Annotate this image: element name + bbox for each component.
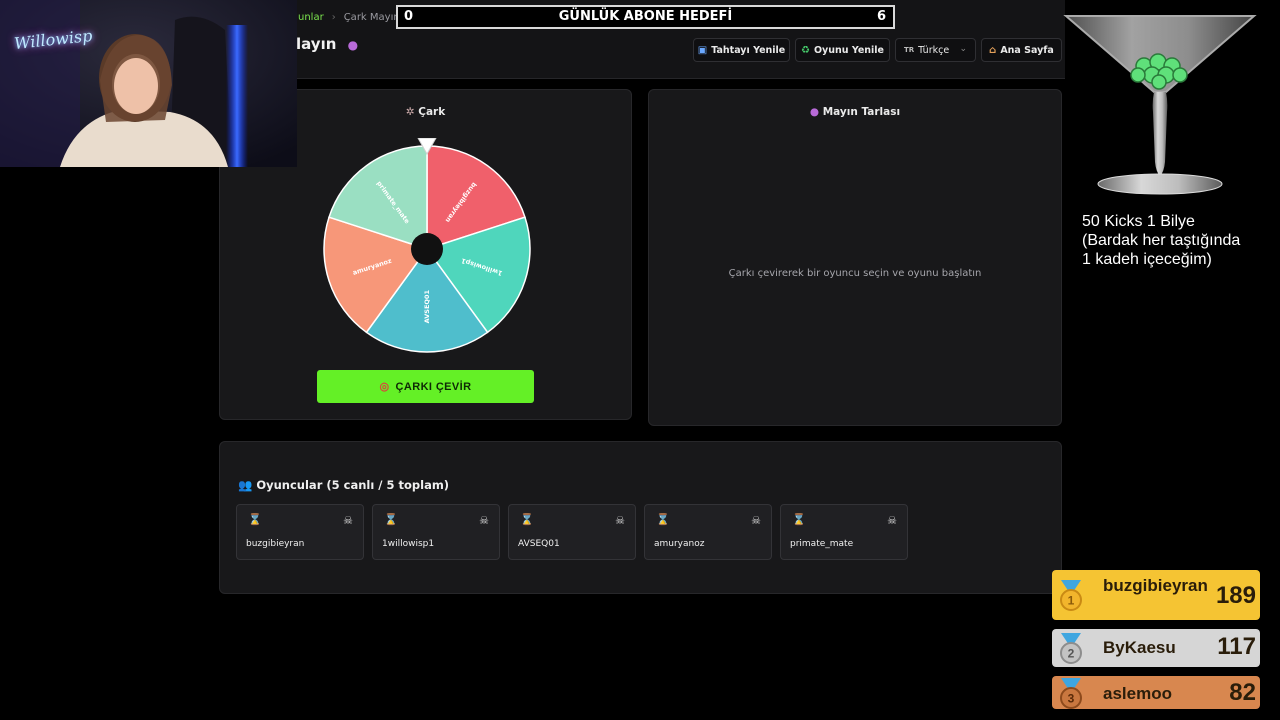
leaderboard-score: 117 xyxy=(1217,633,1256,660)
spin-wheel-label: ÇARKI ÇEVİR xyxy=(395,380,472,393)
marble-goal-note: 50 Kicks 1 Bilye (Bardak her taştığında … xyxy=(1082,212,1240,269)
martini-glass-icon xyxy=(1063,15,1257,195)
home-icon: ⌂ xyxy=(989,44,997,56)
refresh-board-icon: ▣ xyxy=(697,44,708,56)
skull-crossbones-icon[interactable]: ☠ xyxy=(479,514,489,527)
target-icon: ◎ xyxy=(379,381,390,393)
refresh-board-button[interactable]: ▣ Tahtayı Yenile xyxy=(693,38,790,62)
hourglass-icon: ⌛ xyxy=(656,513,670,526)
player-card[interactable]: ⌛ ☠ primate_mate xyxy=(780,504,908,560)
wheel-title-text: Çark xyxy=(418,106,446,118)
player-name: amuryanoz xyxy=(654,539,705,549)
goal-label: GÜNLÜK ABONE HEDEFİ xyxy=(558,9,733,24)
subscriber-goal-bar: 0 GÜNLÜK ABONE HEDEFİ 6 xyxy=(396,5,895,29)
breadcrumb-current: Çark Mayın xyxy=(343,12,400,23)
player-name: buzgibieyran xyxy=(246,539,305,549)
player-name: 1willowisp1 xyxy=(382,539,435,549)
gold-medal-icon: 1 xyxy=(1060,580,1082,611)
player-card[interactable]: ⌛ ☠ AVSEQ01 xyxy=(508,504,636,560)
stream-scene: unlar › Çark Mayın layın ● ▣ Tahtayı Yenil… xyxy=(0,0,1280,720)
hourglass-icon: ⌛ xyxy=(248,513,262,526)
home-label: Ana Sayfa xyxy=(1000,44,1054,56)
spin-wheel-button[interactable]: ◎ ÇARKI ÇEVİR xyxy=(317,370,534,403)
skull-crossbones-icon[interactable]: ☠ xyxy=(343,514,353,527)
leaderboard-name: aslemoo xyxy=(1103,684,1172,703)
minefield-empty-message: Çarkı çevirerek bir oyuncu seçin ve oyun… xyxy=(728,268,982,279)
chevron-down-icon: ⌄ xyxy=(959,44,967,54)
players-title: 👥 Oyuncular (5 canlı / 5 toplam) xyxy=(238,478,449,492)
chevron-right-icon: › xyxy=(331,12,336,23)
webcam-image xyxy=(0,0,297,167)
player-card[interactable]: ⌛ ☠ 1willowisp1 xyxy=(372,504,500,560)
minefield-title-text: Mayın Tarlası xyxy=(822,106,901,118)
bomb-icon: ● xyxy=(809,106,820,118)
leaderboard-score: 189 xyxy=(1215,582,1256,609)
hourglass-icon: ⌛ xyxy=(792,513,806,526)
breadcrumb: unlar › Çark Mayın xyxy=(298,12,400,23)
refresh-board-label: Tahtayı Yenile xyxy=(711,44,786,56)
spin-wheel[interactable]: buzgibieyran1willowisp1AVSEQ01amuryanozp… xyxy=(320,138,534,356)
bronze-medal-icon: 3 xyxy=(1060,678,1082,709)
leaderboard-name: ByKaesu xyxy=(1103,638,1176,657)
language-value: Türkçe xyxy=(918,44,950,56)
silver-medal-icon: 2 xyxy=(1060,633,1082,664)
goal-end-value: 6 xyxy=(876,9,886,24)
medal-rank: 3 xyxy=(1068,692,1075,706)
wheel-segment-label: AVSEQ01 xyxy=(423,290,431,324)
minefield-card-title: ● Mayın Tarlası xyxy=(649,106,1061,118)
marble-note-line: 1 kadeh içeceğim) xyxy=(1082,251,1212,268)
players-card: 👥 Oyuncular (5 canlı / 5 toplam) ⌛ ☠ buz… xyxy=(219,441,1062,594)
player-name: primate_mate xyxy=(790,539,854,549)
skull-crossbones-icon[interactable]: ☠ xyxy=(615,514,625,527)
marble-note-line: (Bardak her taştığında xyxy=(1082,232,1241,249)
recycle-icon: ♻ xyxy=(800,44,810,56)
players-title-text: Oyuncular (5 canlı / 5 toplam) xyxy=(256,478,450,492)
player-card[interactable]: ⌛ ☠ buzgibieyran xyxy=(236,504,364,560)
language-flag: TR xyxy=(904,46,915,54)
leaderboard-row: 2 ByKaesu 117 xyxy=(1052,629,1260,667)
leaderboard-score: 82 xyxy=(1229,679,1256,706)
skull-crossbones-icon[interactable]: ☠ xyxy=(887,514,897,527)
skull-crossbones-icon[interactable]: ☠ xyxy=(751,514,761,527)
webcam-feed: Willowisp xyxy=(0,0,297,167)
medal-rank: 2 xyxy=(1068,647,1075,661)
hourglass-icon: ⌛ xyxy=(384,513,398,526)
restart-game-button[interactable]: ♻ Oyunu Yenile xyxy=(795,38,890,62)
player-name: AVSEQ01 xyxy=(518,539,560,549)
bomb-icon: ● xyxy=(347,38,359,52)
page-title-text: layın xyxy=(296,35,337,53)
language-select[interactable]: TR Türkçe ⌄ xyxy=(895,38,976,62)
people-icon: 👥 xyxy=(238,478,253,492)
hourglass-icon: ⌛ xyxy=(520,513,534,526)
home-button[interactable]: ⌂ Ana Sayfa xyxy=(981,38,1062,62)
marble-note-line: 50 Kicks 1 Bilye xyxy=(1082,213,1195,230)
wheel-hub xyxy=(411,233,443,265)
page-title: layın ● xyxy=(296,35,358,53)
leaderboard-name: buzgibieyran xyxy=(1103,576,1208,595)
leaderboard-row: 3 aslemoo 82 xyxy=(1052,676,1260,709)
ferris-wheel-icon: ✲ xyxy=(405,106,415,118)
medal-rank: 1 xyxy=(1068,594,1075,608)
restart-game-label: Oyunu Yenile xyxy=(813,44,884,56)
player-card[interactable]: ⌛ ☠ amuryanoz xyxy=(644,504,772,560)
breadcrumb-link-games[interactable]: unlar xyxy=(298,12,324,23)
minefield-card: ● Mayın Tarlası Çarkı çevirerek bir oyun… xyxy=(648,89,1062,426)
leaderboard-row: 1 buzgibieyran 189 xyxy=(1052,570,1260,620)
